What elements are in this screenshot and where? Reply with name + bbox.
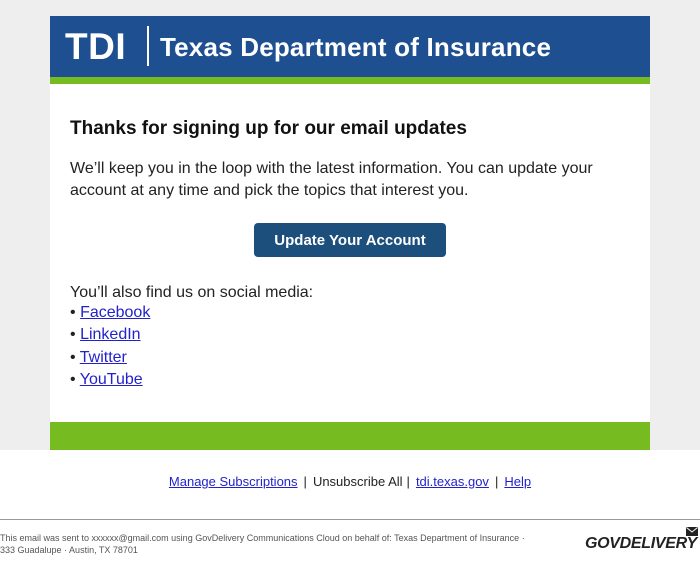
twitter-link[interactable]: Twitter (80, 349, 127, 366)
intro-text: We’ll keep you in the loop with the late… (70, 160, 593, 199)
page-title: Thanks for signing up for our email upda… (70, 118, 467, 139)
list-item: • LinkedIn (70, 324, 150, 346)
bullet: • (70, 304, 76, 321)
logo-divider (147, 26, 149, 66)
footer-accent-stripe (50, 422, 650, 450)
govdelivery-logo: GOVDELIVERY (585, 535, 697, 552)
facebook-link[interactable]: Facebook (80, 304, 150, 321)
list-item: • Twitter (70, 347, 150, 369)
site-link[interactable]: tdi.texas.gov (416, 474, 489, 489)
bullet: • (70, 348, 76, 366)
bullet: • (70, 370, 76, 388)
separator: | (494, 474, 499, 489)
separator: | (406, 474, 410, 489)
separator: | (303, 474, 307, 489)
tdi-logo: TDI (65, 26, 127, 67)
footer-disclaimer: This email was sent to xxxxxx@gmail.com … (0, 533, 580, 556)
disclaimer-line-1: This email was sent to xxxxxx@gmail.com … (0, 533, 525, 543)
bullet: • (70, 326, 76, 344)
disclaimer-line-2: 333 Guadalupe · Austin, TX 78701 (0, 544, 138, 555)
envelope-icon (686, 527, 698, 536)
manage-subscriptions-link[interactable]: Manage Subscriptions (169, 474, 298, 489)
header-banner: TDI Texas Department of Insurance (50, 16, 650, 77)
list-item: • Facebook (70, 302, 150, 324)
list-item: • YouTube (70, 369, 150, 391)
footer-links: Manage Subscriptions | Unsubscribe All | tdi… (0, 474, 700, 489)
email-card: TDI Texas Department of Insurance Thanks… (50, 16, 650, 450)
youtube-link[interactable]: YouTube (80, 371, 143, 388)
help-link[interactable]: Help (504, 474, 531, 489)
social-lead-text: You’ll also find us on social media: (70, 284, 314, 301)
footer-divider (0, 519, 700, 520)
org-name: Texas Department of Insurance (160, 32, 552, 62)
social-links-list: • Facebook • LinkedIn • Twitter • YouTub… (70, 302, 150, 391)
update-account-button[interactable]: Update Your Account (254, 223, 446, 257)
unsubscribe-all-text[interactable]: Unsubscribe All (313, 474, 403, 489)
linkedin-link[interactable]: LinkedIn (80, 326, 141, 343)
header-accent-stripe (50, 77, 650, 84)
